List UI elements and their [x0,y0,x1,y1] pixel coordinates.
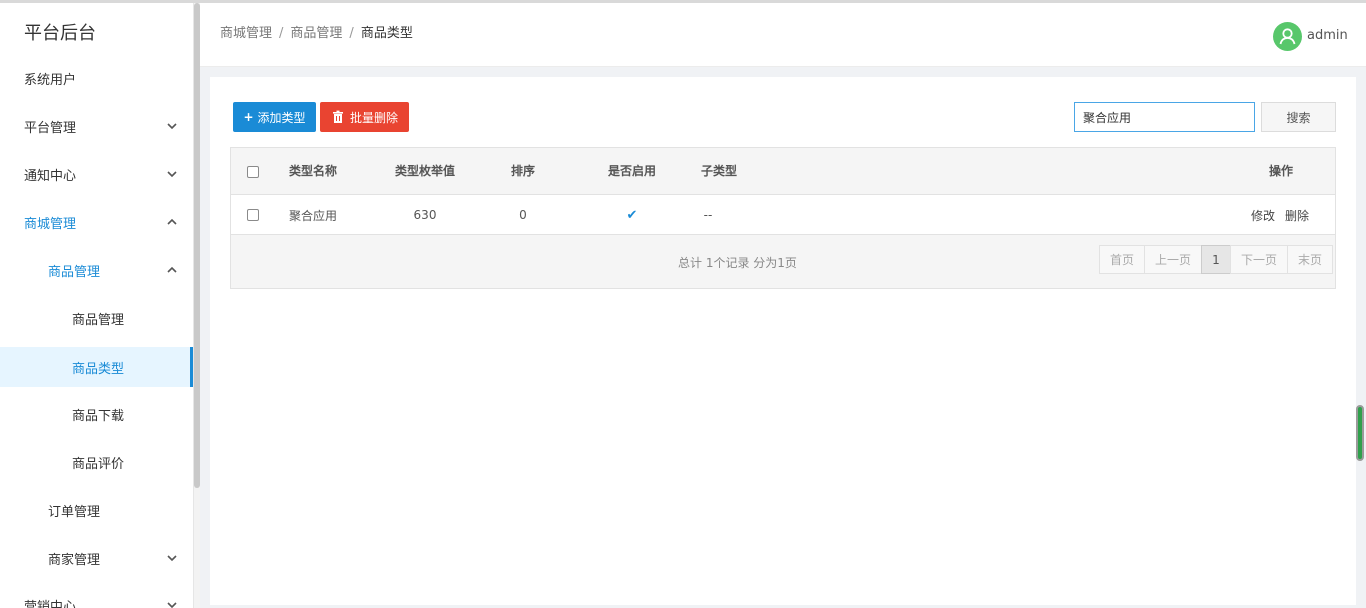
page-scrollbar-thumb[interactable] [1356,405,1364,461]
cell-name: 聚合应用 [288,208,337,223]
sidebar-item-label: 平台管理 [24,120,77,136]
sidebar-item-label: 商品管理 [72,312,125,328]
record-summary: 总计 1个记录 分为1页 [678,256,797,270]
sidebar-item-label: 订单管理 [48,504,101,520]
next-page-button[interactable]: 下一页 [1230,245,1288,274]
column-header-actions: 操作 [1268,164,1293,178]
sidebar-item-label: 商城管理 [24,216,77,232]
sidebar-item-merchant-management[interactable]: 商家管理 [0,534,193,582]
product-type-table: 类型名称 类型枚举值 排序 是否启用 子类型 操作 聚合应用 630 0 ✔ -… [230,147,1336,289]
chevron-down-icon [167,123,177,130]
table-footer: 总计 1个记录 分为1页 首页 上一页 1 下一页 末页 [231,235,1335,288]
sidebar-title: 平台后台 [24,23,96,44]
sidebar-item-label: 通知中心 [24,168,77,184]
breadcrumb-current: 商品类型 [360,26,413,41]
table-row: 聚合应用 630 0 ✔ -- 修改 删除 [231,195,1335,235]
sidebar-item-label: 系统用户 [24,72,77,88]
cell-sort: 0 [519,208,527,222]
search-input[interactable] [1074,102,1255,132]
sidebar-item-product-review[interactable]: 商品评价 [0,438,193,486]
chevron-down-icon [167,602,177,608]
username[interactable]: admin [1307,28,1348,43]
breadcrumb-separator: / [279,26,284,41]
select-all-checkbox[interactable] [247,165,259,178]
cell-subtype: -- [703,208,713,222]
sidebar-item-label: 商品管理 [48,264,101,280]
top-header: 商城管理 / 商品管理 / 商品类型 admin [200,3,1366,67]
page-1-button[interactable]: 1 [1201,245,1231,274]
sidebar-item-label: 商家管理 [48,552,101,568]
sidebar-item-notification-center[interactable]: 通知中心 [0,150,193,198]
first-page-button[interactable]: 首页 [1099,245,1145,274]
sidebar-item-product-management[interactable]: 商品管理 [0,294,193,342]
chevron-down-icon [167,171,177,178]
column-header-name: 类型名称 [288,164,337,178]
batch-delete-button[interactable]: 批量删除 [320,102,409,132]
sidebar-item-label: 商品下载 [72,408,125,424]
user-icon [1279,28,1296,45]
plus-icon: + [243,110,254,124]
sidebar-item-mall-management[interactable]: 商城管理 [0,198,193,246]
sidebar-item-system-users[interactable]: 系统用户 [0,54,193,102]
sidebar-item-label: 商品类型 [72,361,125,377]
sidebar-item-product-download[interactable]: 商品下载 [0,390,193,438]
prev-page-button[interactable]: 上一页 [1144,245,1202,274]
search-button[interactable]: 搜索 [1261,102,1336,132]
sidebar-item-platform-management[interactable]: 平台管理 [0,102,193,150]
chevron-down-icon [167,555,177,562]
batch-delete-label: 批量删除 [349,110,398,125]
row-checkbox-cell [231,195,275,235]
column-header-enabled: 是否启用 [607,164,656,178]
sidebar-item-order-management[interactable]: 订单管理 [0,486,193,534]
user-avatar-icon[interactable] [1273,22,1302,51]
column-header-subtype: 子类型 [700,164,737,178]
row-checkbox[interactable] [247,209,259,221]
cell-actions: 修改 删除 [1237,195,1327,235]
sidebar-item-product-management-group[interactable]: 商品管理 [0,246,193,294]
breadcrumb: 商城管理 / 商品管理 / 商品类型 [220,22,413,41]
edit-link[interactable]: 修改 [1251,207,1275,224]
add-type-label: 添加类型 [257,110,306,125]
breadcrumb-separator: / [349,26,354,41]
enabled-check-icon: ✔ [626,207,638,223]
sidebar-item-label: 商品评价 [72,456,125,472]
chevron-up-icon [167,266,177,273]
sidebar-item-label: 营销中心 [24,599,77,608]
sidebar-item-product-type[interactable]: 商品类型 [0,347,193,387]
table-header: 类型名称 类型枚举值 排序 是否启用 子类型 操作 [231,148,1335,195]
column-header-enum-value: 类型枚举值 [394,164,455,178]
chevron-up-icon [167,218,177,225]
add-type-button[interactable]: + 添加类型 [233,102,316,132]
pagination: 首页 上一页 1 下一页 末页 [1099,245,1333,274]
sidebar-item-marketing-center[interactable]: 营销中心 [0,581,193,608]
column-header-sort: 排序 [510,164,535,178]
sidebar: 平台后台 系统用户 平台管理 通知中心 商城管理 商品管理 商品管理 商品类型 … [0,3,194,608]
cell-enum-value: 630 [413,208,437,222]
last-page-button[interactable]: 末页 [1287,245,1333,274]
header-checkbox-cell [231,148,275,195]
trash-icon [332,110,343,123]
breadcrumb-item[interactable]: 商城管理 [220,26,272,41]
delete-link[interactable]: 删除 [1285,207,1309,224]
breadcrumb-item[interactable]: 商品管理 [290,26,342,41]
